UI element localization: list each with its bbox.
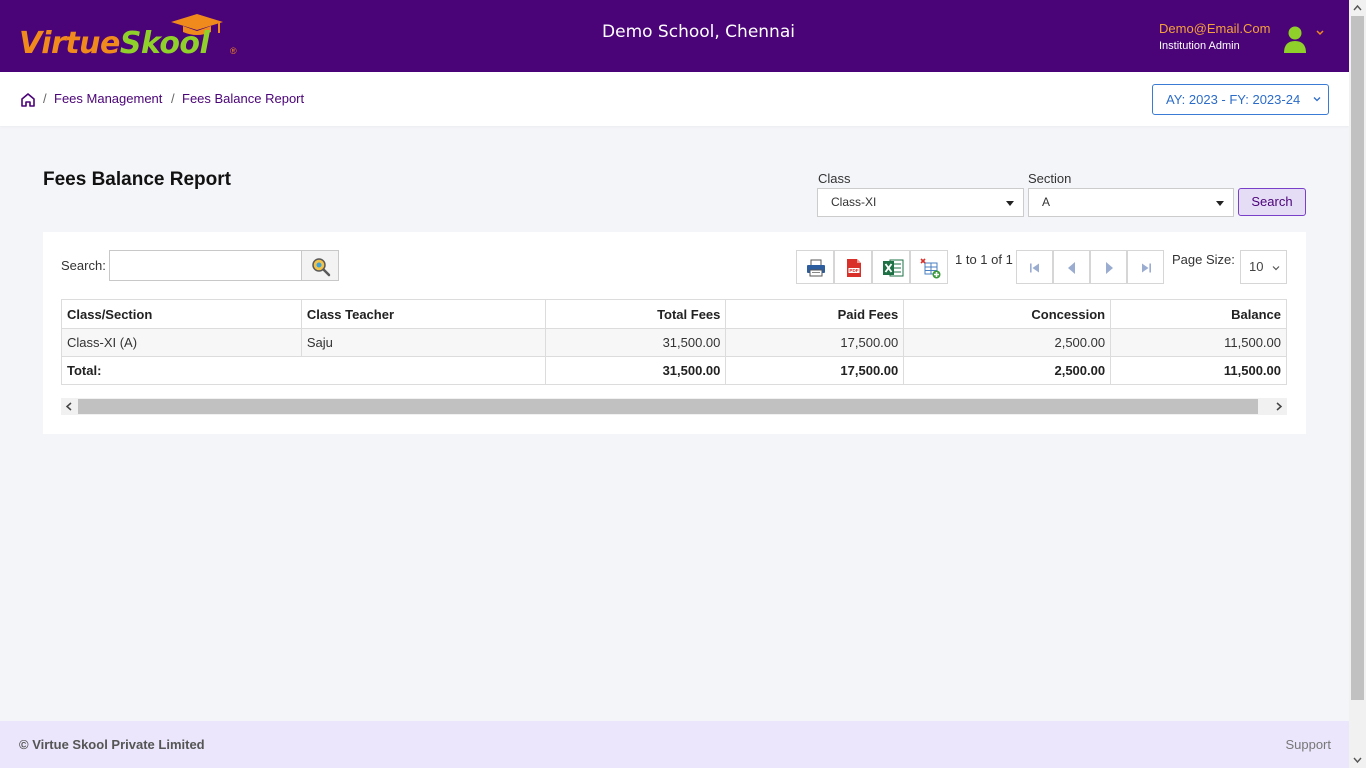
search-button[interactable]: Search bbox=[1238, 188, 1306, 216]
breadcrumb-separator: / bbox=[171, 91, 175, 106]
page-footer: © Virtue Skool Private Limited Support bbox=[0, 721, 1349, 768]
last-page-button[interactable] bbox=[1127, 250, 1164, 284]
academic-year-selector[interactable]: AY: 2023 - FY: 2023-24 bbox=[1152, 84, 1329, 115]
column-header-class-section[interactable]: Class/Section bbox=[61, 299, 302, 329]
vertical-scroll-thumb[interactable] bbox=[1351, 16, 1364, 700]
table-total-row: Total: 31,500.00 17,500.00 2,500.00 11,5… bbox=[61, 356, 1287, 385]
export-pdf-button[interactable]: PDF bbox=[834, 250, 872, 284]
report-grid-panel: Search: PDF 1 to 1 of 1 Page Size: 10 Cl… bbox=[43, 232, 1306, 434]
breadcrumb-bar: / Fees Management / Fees Balance Report … bbox=[0, 72, 1349, 126]
home-icon[interactable] bbox=[20, 92, 36, 108]
cell-total-fees: 31,500.00 bbox=[544, 328, 727, 357]
export-csv-button[interactable] bbox=[910, 250, 948, 284]
cell-concession: 2,500.00 bbox=[903, 328, 1112, 357]
page-title: Fees Balance Report bbox=[43, 169, 231, 190]
breadcrumb-separator: / bbox=[43, 91, 47, 106]
logo-registered-mark: ® bbox=[230, 46, 237, 56]
breadcrumb-fees-balance-report[interactable]: Fees Balance Report bbox=[182, 91, 304, 106]
pager-summary: 1 to 1 of 1 bbox=[955, 252, 1013, 267]
fees-balance-table: Class/Section Class Teacher Total Fees P… bbox=[61, 299, 1287, 385]
table-horizontal-scrollbar[interactable] bbox=[61, 398, 1287, 415]
user-role: Institution Admin bbox=[1159, 40, 1240, 52]
user-email[interactable]: Demo@Email.Com bbox=[1159, 21, 1270, 36]
scroll-down-arrow-icon[interactable] bbox=[1353, 756, 1362, 764]
copyright-text: © Virtue Skool Private Limited bbox=[19, 737, 205, 752]
column-header-balance[interactable]: Balance bbox=[1110, 299, 1287, 329]
chevron-down-icon bbox=[1272, 266, 1280, 271]
cell-balance: 11,500.00 bbox=[1110, 328, 1287, 357]
total-label: Total: bbox=[61, 356, 546, 385]
grid-search-label: Search: bbox=[61, 258, 106, 273]
last-page-icon bbox=[1142, 263, 1151, 273]
caret-down-icon bbox=[1006, 201, 1014, 206]
total-balance: 11,500.00 bbox=[1110, 356, 1287, 385]
horizontal-scroll-thumb[interactable] bbox=[78, 399, 1258, 414]
class-select-value: Class-XI bbox=[831, 195, 877, 209]
column-header-total-fees[interactable]: Total Fees bbox=[544, 299, 727, 329]
export-excel-button[interactable] bbox=[872, 250, 910, 284]
class-select[interactable]: Class-XI bbox=[817, 188, 1024, 217]
class-filter-label: Class bbox=[818, 171, 851, 186]
column-header-class-teacher[interactable]: Class Teacher bbox=[300, 299, 546, 329]
cell-class-teacher: Saju bbox=[300, 328, 546, 357]
chevron-down-icon bbox=[1313, 97, 1321, 102]
support-link[interactable]: Support bbox=[1285, 737, 1331, 752]
table-header-row: Class/Section Class Teacher Total Fees P… bbox=[61, 299, 1287, 329]
cell-paid-fees: 17,500.00 bbox=[725, 328, 905, 357]
previous-page-icon bbox=[1068, 262, 1075, 274]
section-select[interactable]: A bbox=[1028, 188, 1234, 217]
cell-class-section: Class-XI (A) bbox=[61, 328, 302, 357]
excel-file-icon bbox=[883, 259, 904, 277]
next-page-icon bbox=[1106, 262, 1113, 274]
next-page-button[interactable] bbox=[1090, 250, 1127, 284]
academic-year-label: AY: 2023 - FY: 2023-24 bbox=[1166, 92, 1301, 107]
scroll-up-arrow-icon[interactable] bbox=[1353, 4, 1362, 12]
user-avatar-icon[interactable] bbox=[1283, 25, 1307, 53]
svg-text:PDF: PDF bbox=[849, 268, 858, 273]
grid-search-button[interactable] bbox=[301, 250, 339, 281]
page-size-value: 10 bbox=[1249, 259, 1264, 274]
chevron-down-icon[interactable] bbox=[1314, 28, 1326, 38]
first-page-button[interactable] bbox=[1016, 250, 1053, 284]
pdf-file-icon: PDF bbox=[847, 259, 861, 277]
grid-search-input[interactable] bbox=[109, 250, 302, 281]
total-paid-fees: 17,500.00 bbox=[725, 356, 905, 385]
top-header: VirtueSkool ® Demo School, Chennai Demo@… bbox=[0, 0, 1349, 72]
page-size-select[interactable]: 10 bbox=[1240, 250, 1287, 284]
section-filter-label: Section bbox=[1028, 171, 1072, 186]
printer-icon bbox=[807, 259, 825, 277]
scroll-right-arrow-icon[interactable] bbox=[1275, 402, 1283, 411]
previous-page-button[interactable] bbox=[1053, 250, 1090, 284]
section-select-value: A bbox=[1042, 195, 1051, 209]
total-total-fees: 31,500.00 bbox=[544, 356, 727, 385]
caret-down-icon bbox=[1216, 201, 1224, 206]
scroll-left-arrow-icon[interactable] bbox=[65, 402, 73, 411]
table-row[interactable]: Class-XI (A) Saju 31,500.00 17,500.00 2,… bbox=[61, 328, 1287, 357]
page-vertical-scrollbar[interactable] bbox=[1349, 0, 1366, 768]
table-export-icon bbox=[920, 258, 941, 279]
first-page-icon bbox=[1030, 263, 1039, 273]
breadcrumb-fees-management[interactable]: Fees Management bbox=[54, 91, 162, 106]
column-header-concession[interactable]: Concession bbox=[903, 299, 1112, 329]
print-button[interactable] bbox=[796, 250, 834, 284]
column-header-paid-fees[interactable]: Paid Fees bbox=[725, 299, 905, 329]
magnifier-search-icon bbox=[312, 258, 331, 277]
total-concession: 2,500.00 bbox=[903, 356, 1112, 385]
page-size-label: Page Size: bbox=[1172, 252, 1235, 267]
